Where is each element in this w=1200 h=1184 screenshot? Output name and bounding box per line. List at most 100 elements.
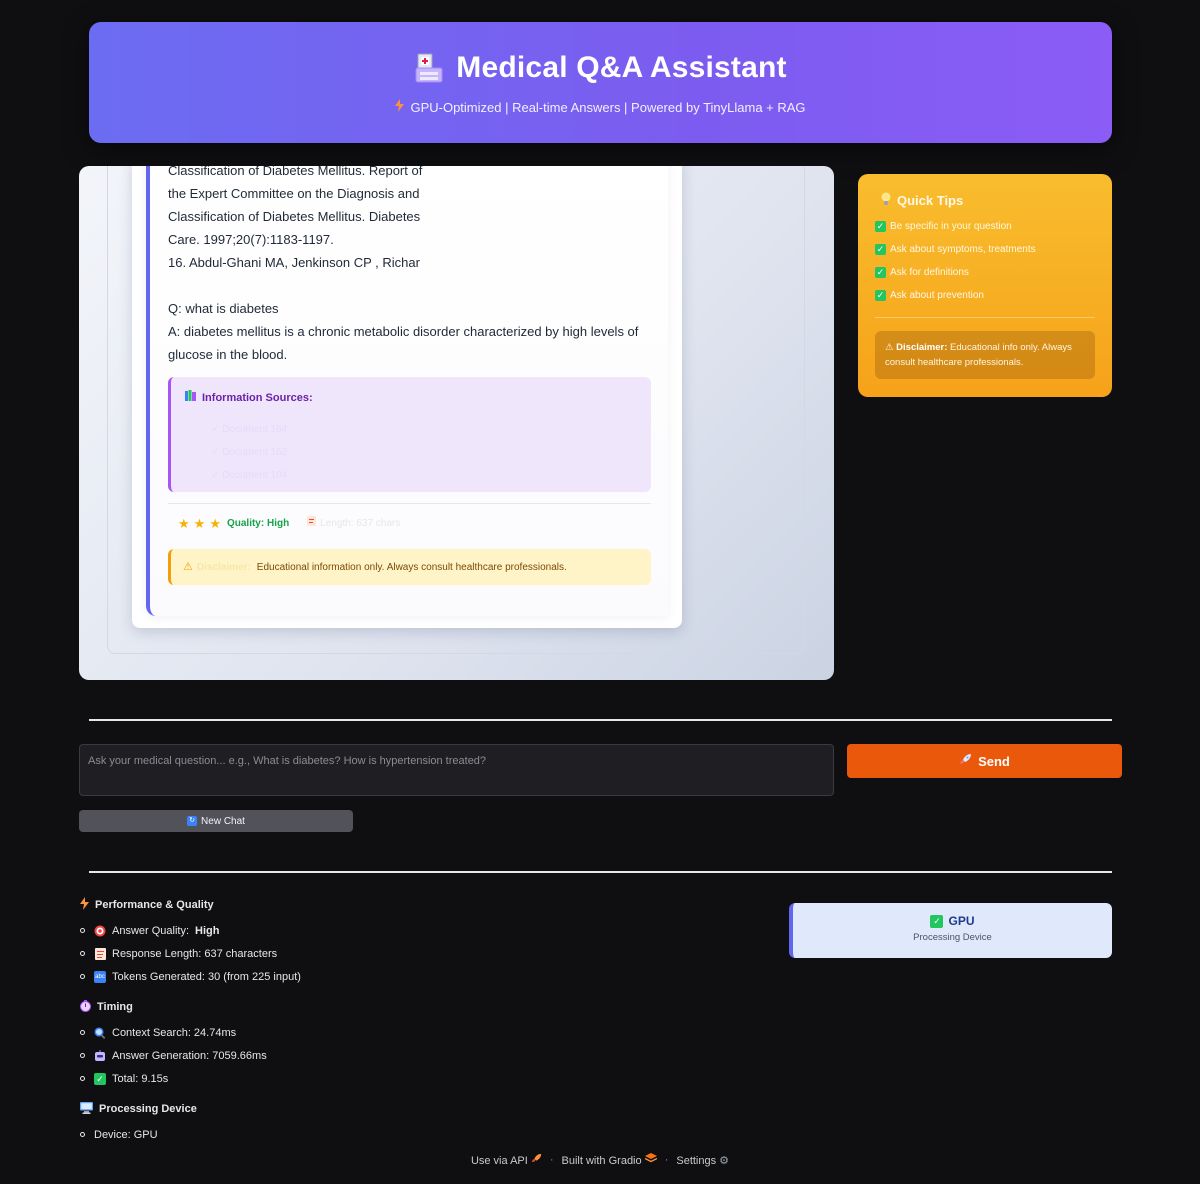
tip-text: Be specific in your question	[890, 221, 1012, 232]
robot-icon	[94, 1049, 106, 1062]
answer-text: A: diabetes mellitus is a chronic metabo…	[168, 324, 639, 362]
question-input[interactable]	[79, 744, 834, 796]
hospital-icon	[414, 52, 444, 84]
star-icon: ★	[178, 516, 190, 531]
stat-item: Context Search: 24.74ms	[80, 1021, 480, 1044]
source-item: ✓ Document 162	[211, 447, 288, 458]
device-value: Device: GPU	[94, 1128, 158, 1141]
lightning-icon	[395, 99, 405, 115]
answer-quality-value: High	[195, 924, 220, 937]
timing-heading: Timing	[80, 998, 480, 1016]
use-api-link[interactable]: Use via API	[471, 1153, 542, 1167]
tip-item: ✓ Ask for definitions	[875, 261, 1095, 284]
context-search: Context Search: 24.74ms	[112, 1026, 237, 1039]
built-with-gradio-link[interactable]: Built with Gradio	[561, 1153, 658, 1167]
stat-item: abc Tokens Generated: 30 (from 225 input…	[80, 965, 480, 988]
stopwatch-icon	[80, 999, 91, 1015]
check-icon: ✓	[930, 914, 944, 928]
disclaimer-label: Disclaimer:	[196, 561, 251, 573]
reference-line: Classification of Diabetes Mellitus. Rep…	[168, 166, 423, 178]
tip-item: ✓ Ask about prevention	[875, 284, 1095, 307]
performance-section: Performance & Quality Answer Quality: Hig…	[80, 896, 480, 988]
stat-item: Device: GPU	[80, 1123, 480, 1146]
bullet-icon	[80, 928, 85, 933]
source-item: ✓ Document 164	[211, 424, 288, 435]
check-icon: ✓	[875, 244, 886, 255]
books-icon	[185, 387, 197, 410]
disclaimer-label: Disclaimer:	[896, 342, 948, 353]
send-button-label: Send	[978, 753, 1010, 769]
gpu-status-card: ✓ GPU Processing Device	[789, 903, 1112, 958]
check-icon: ✓	[875, 221, 886, 232]
reference-line: 16. Abdul-Ghani MA, Jenkinson CP , Richa…	[168, 255, 420, 270]
disclaimer-text: Educational information only. Always con…	[256, 561, 567, 573]
answer-generation: Answer Generation: 7059.66ms	[112, 1049, 267, 1062]
tips-disclaimer: ⚠ Disclaimer: Educational info only. Alw…	[875, 331, 1095, 379]
warning-icon: ⚠	[885, 342, 894, 353]
use-api-label: Use via API	[470, 1155, 528, 1167]
bullet-icon	[80, 1030, 85, 1035]
length-label: Length: 637 chars	[320, 518, 401, 529]
assistant-message-content: Classification of Diabetes Mellitus. Rep…	[146, 166, 668, 616]
bullet-icon	[80, 1053, 85, 1058]
memo-icon	[94, 947, 106, 960]
gear-icon: ⚙	[719, 1154, 730, 1167]
assistant-message-bubble: Classification of Diabetes Mellitus. Rep…	[132, 166, 682, 628]
stats-panel: Performance & Quality Answer Quality: Hig…	[80, 896, 480, 1156]
reference-line: Care. 1997;20(7):1183-1197.	[168, 232, 334, 247]
rocket-icon	[531, 1153, 542, 1167]
performance-title: Performance & Quality	[95, 899, 214, 911]
reference-line: Classification of Diabetes Mellitus. Dia…	[168, 209, 421, 224]
bullet-icon	[80, 974, 85, 979]
stat-item: Response Length: 637 characters	[80, 942, 480, 965]
gpu-card-heading: ✓ GPU	[793, 914, 1112, 928]
timing-title: Timing	[97, 1001, 133, 1013]
divider	[168, 503, 651, 504]
check-icon: ✓	[875, 267, 886, 278]
quality-label: Quality: High	[226, 518, 290, 529]
send-button[interactable]: Send	[847, 744, 1122, 778]
gpu-card-title: GPU	[948, 914, 975, 928]
sources-box: Information Sources: ✓ Document 164 ✓ Do…	[168, 377, 651, 492]
device-title: Processing Device	[99, 1103, 197, 1115]
quick-tips-title: Quick Tips	[897, 193, 964, 208]
device-heading: Processing Device	[80, 1100, 480, 1118]
magnifier-icon	[94, 1026, 106, 1039]
bullet-icon	[80, 951, 85, 956]
settings-label: Settings	[676, 1154, 717, 1167]
stat-item: ✓ Total: 9.15s	[80, 1067, 480, 1090]
lightning-icon	[80, 897, 89, 913]
bullet-icon	[80, 1076, 85, 1081]
computer-icon	[80, 1101, 93, 1117]
star-icon: ★	[193, 516, 206, 531]
refresh-icon: ↻	[187, 816, 198, 826]
response-length: Response Length: 637 characters	[112, 947, 278, 960]
divider	[875, 317, 1095, 318]
chat-panel[interactable]: Classification of Diabetes Mellitus. Rep…	[79, 166, 834, 680]
quality-row: ★ ★ ★ Quality: High Length: 637 chars	[168, 512, 650, 535]
performance-heading: Performance & Quality	[80, 896, 480, 914]
new-chat-button[interactable]: ↻ New Chat	[79, 810, 353, 832]
question-text: Q: what is diabetes	[168, 301, 279, 316]
separator-dot: ·	[549, 1154, 554, 1166]
timing-section: Timing Context Search: 24.74ms Answer Ge…	[80, 998, 480, 1090]
settings-link[interactable]: Settings ⚙	[676, 1154, 729, 1167]
built-with-gradio-label: Built with Gradio	[561, 1155, 642, 1167]
new-chat-label: New Chat	[201, 815, 245, 827]
lightbulb-icon	[881, 192, 891, 209]
device-section: Processing Device Device: GPU	[80, 1100, 480, 1146]
tip-item: ✓ Ask about symptoms, treatments	[875, 238, 1095, 261]
app-header: Medical Q&A Assistant GPU-Optimized | Re…	[89, 22, 1112, 143]
page-title: Medical Q&A Assistant	[456, 51, 787, 84]
gpu-card-subtitle: Processing Device	[913, 932, 992, 943]
star-icon: ★	[209, 516, 221, 531]
check-icon: ✓	[94, 1072, 106, 1085]
tip-item: ✓ Be specific in your question	[875, 215, 1095, 238]
separator-dot: ·	[664, 1154, 669, 1166]
tokens-generated: Tokens Generated: 30 (from 225 input)	[112, 970, 301, 983]
reference-line: the Expert Committee on the Diagnosis an…	[168, 186, 420, 201]
rocket-icon	[959, 753, 972, 769]
quick-tips-heading: Quick Tips	[875, 192, 1095, 209]
memo-icon	[307, 512, 317, 535]
source-item: ✓ Document 104	[211, 470, 288, 481]
